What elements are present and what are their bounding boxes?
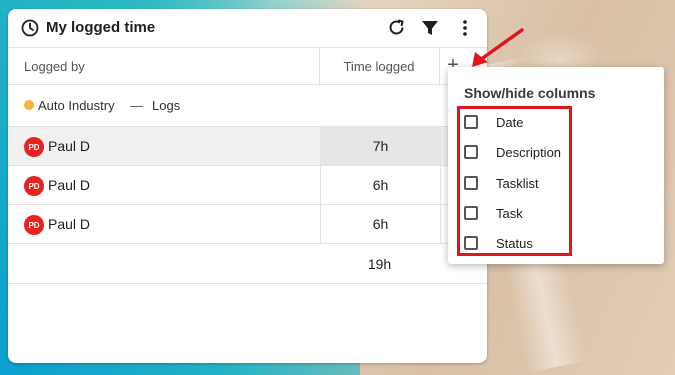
user-name: Paul D	[48, 177, 91, 193]
table-row[interactable]: PD Paul D 6h	[8, 166, 487, 205]
column-option-label: Tasklist	[496, 175, 539, 191]
more-options-button[interactable]	[454, 17, 476, 39]
column-option-label: Date	[496, 114, 524, 130]
total-time-value: 19h	[367, 256, 392, 272]
avatar: PD	[24, 215, 44, 235]
column-header-time-logged[interactable]: Time logged	[320, 59, 438, 74]
checkbox[interactable]	[464, 176, 478, 190]
column-option-label: Description	[496, 144, 562, 160]
time-logged-cell: 7h	[320, 127, 441, 165]
clock-icon	[21, 19, 39, 37]
show-hide-columns-menu: Show/hide columns Date Description Taskl…	[448, 67, 664, 264]
column-header-row: Logged by Time logged +	[8, 48, 487, 85]
panel-title: My logged time	[46, 19, 156, 36]
column-option-task[interactable]: Task	[464, 203, 523, 223]
checkbox[interactable]	[464, 115, 478, 129]
column-option-description[interactable]: Description	[464, 142, 561, 162]
filter-icon	[422, 21, 438, 35]
group-project-name: Auto Industry	[38, 98, 115, 113]
refresh-icon	[389, 19, 404, 35]
checkbox[interactable]	[464, 236, 478, 250]
more-vertical-icon	[463, 20, 467, 36]
time-logged-cell: 6h	[320, 205, 441, 243]
filter-button[interactable]	[419, 17, 441, 39]
column-option-label: Status	[496, 235, 533, 251]
menu-title: Show/hide columns	[464, 85, 596, 101]
avatar: PD	[24, 176, 44, 196]
panel-header: My logged time	[8, 9, 487, 48]
checkbox[interactable]	[464, 206, 478, 220]
project-color-dot	[24, 100, 34, 110]
user-name: Paul D	[48, 216, 91, 232]
column-option-label: Task	[496, 205, 523, 221]
group-row[interactable]: Auto Industry — Logs	[8, 85, 487, 127]
user-name: Paul D	[48, 138, 91, 154]
group-tasklist-name: Logs	[152, 98, 181, 113]
refresh-button[interactable]	[386, 17, 408, 39]
column-option-status[interactable]: Status	[464, 233, 533, 253]
column-header-logged-by[interactable]: Logged by	[24, 59, 85, 74]
logged-time-panel: My logged time Logged by Time logged + A…	[8, 9, 487, 363]
group-separator: —	[130, 98, 143, 113]
table-row[interactable]: PD Paul D 7h	[8, 127, 487, 166]
avatar: PD	[24, 137, 44, 157]
time-logged-cell: 6h	[320, 166, 441, 204]
total-row: 19h	[8, 245, 487, 284]
table-row[interactable]: PD Paul D 6h	[8, 205, 487, 244]
column-option-tasklist[interactable]: Tasklist	[464, 173, 539, 193]
checkbox[interactable]	[464, 145, 478, 159]
column-option-date[interactable]: Date	[464, 112, 523, 132]
